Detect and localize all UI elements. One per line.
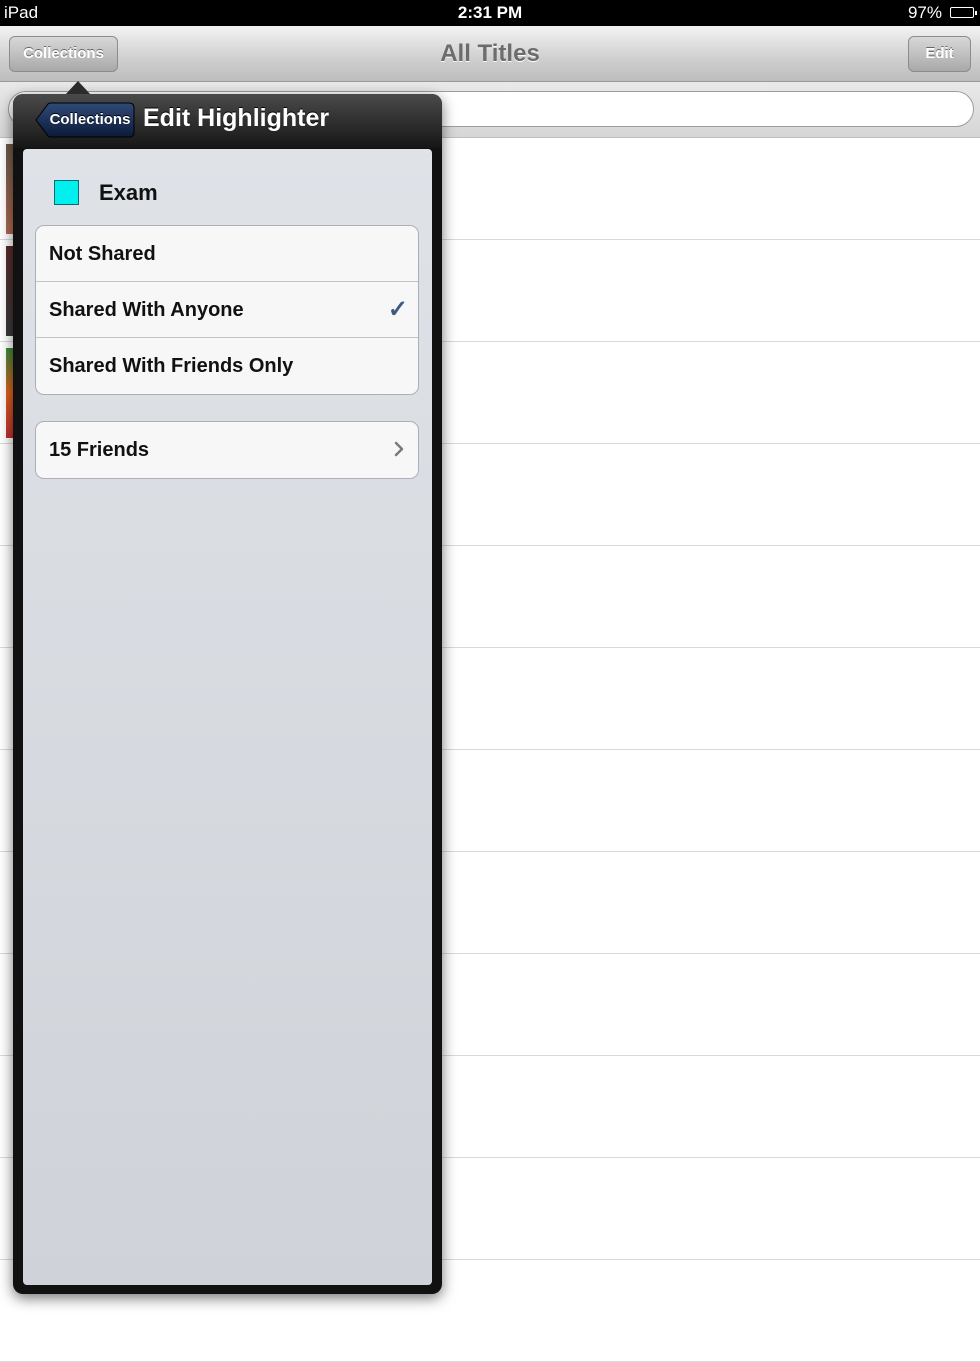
sharing-option-shared-with-friends-only[interactable]: Shared With Friends Only (36, 338, 418, 394)
page-title: All Titles (440, 40, 540, 67)
friends-row[interactable]: 15 Friends (36, 422, 418, 478)
back-button-label: Collections (49, 111, 131, 128)
popover-header: Collections Edit Highlighter (13, 94, 442, 148)
back-button[interactable]: Collections (35, 102, 135, 138)
sharing-option-label: Shared With Anyone (49, 299, 244, 321)
checkmark-icon: ✓ (387, 296, 408, 323)
battery-percentage: 97% (907, 3, 942, 22)
sharing-option-label: Not Shared (49, 243, 156, 265)
sharing-option-label: Shared With Friends Only (49, 355, 294, 377)
popover-content: Exam Not Shared Shared With Anyone ✓ Sha… (23, 149, 432, 1285)
edit-button[interactable]: Edit (908, 36, 971, 72)
sharing-options-group: Not Shared Shared With Anyone ✓ Shared W… (35, 225, 419, 395)
popover-title: Edit Highlighter (143, 104, 330, 132)
sharing-option-shared-with-anyone[interactable]: Shared With Anyone ✓ (36, 282, 418, 338)
navigation-bar: Collections All Titles Edit (0, 26, 980, 82)
chevron-right-icon (394, 441, 404, 457)
edit-highlighter-popover: Collections Edit Highlighter Exam Not Sh… (13, 81, 442, 1294)
battery-icon (950, 7, 977, 18)
status-time: 2:31 PM (457, 3, 523, 22)
sharing-option-not-shared[interactable]: Not Shared (36, 226, 418, 282)
popover-arrow (65, 81, 91, 95)
friends-row-label: 15 Friends (49, 439, 150, 461)
status-bar: iPad 2:31 PM 97% (0, 0, 980, 26)
highlighter-color-swatch (54, 180, 79, 205)
friends-group: 15 Friends (35, 421, 419, 479)
highlighter-name: Exam (99, 180, 158, 205)
